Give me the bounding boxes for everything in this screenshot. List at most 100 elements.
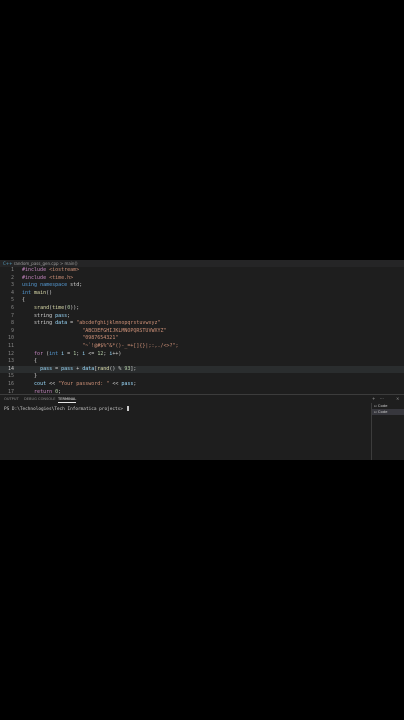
code-line[interactable]: 13 { <box>0 358 404 366</box>
line-number: 7 <box>10 312 14 319</box>
code-text: #include <time.h> <box>22 275 73 283</box>
code-token: #include <box>22 274 50 281</box>
line-number: 6 <box>10 304 14 311</box>
more-actions-icon[interactable]: ··· <box>380 395 384 403</box>
breadcrumb-symbol[interactable]: main() <box>64 261 77 266</box>
code-text: using namespace std; <box>22 282 82 290</box>
code-token: << <box>46 380 59 387</box>
code-line[interactable]: 4 int main() <box>0 290 404 298</box>
code-line[interactable]: 8 string data = "abcdefghijklmnopqrstuvw… <box>0 320 404 328</box>
close-panel-icon[interactable]: × <box>396 395 399 403</box>
terminal-icon: ▫ <box>374 409 377 414</box>
vscode-window: C++ random_pass_gen.cpp > main() 1 #inclu… <box>0 260 404 460</box>
code-token: } <box>22 373 38 380</box>
line-number: 16 <box>7 380 14 387</box>
code-text: { <box>22 358 37 366</box>
code-token: pass <box>61 365 74 372</box>
line-number: 11 <box>7 342 14 349</box>
code-text: } <box>22 373 37 381</box>
code-line[interactable]: 6 srand(time(0)); <box>0 305 404 313</box>
code-text: #include <iostream> <box>22 267 79 275</box>
code-line[interactable]: 16 cout << "Your password: " << pass; <box>0 381 404 389</box>
code-token: "ABCDEFGHIJKLMNOPQRSTUVWXYZ" <box>82 327 167 334</box>
code-line[interactable]: 7 string pass; <box>0 313 404 321</box>
terminal-list: ▫ Code ▫ Code <box>371 403 404 460</box>
code-token: for <box>34 350 47 357</box>
code-token: = <box>52 365 62 372</box>
terminal-list-item[interactable]: ▫ Code <box>372 409 404 415</box>
code-token: data <box>82 365 95 372</box>
code-token: int <box>22 289 35 296</box>
code-token: () <box>46 289 53 296</box>
tab-terminal[interactable]: TERMINAL <box>58 395 77 403</box>
code-token: pass <box>55 312 68 319</box>
code-text: "0987654321" <box>22 335 118 343</box>
code-token: rand <box>97 365 110 372</box>
line-number: 4 <box>10 289 14 296</box>
code-line[interactable]: 11 "~`!@#$%^&*()-_=+[]{}|;:,./<>?"; <box>0 343 404 351</box>
code-token: "0987654321" <box>82 335 119 342</box>
code-token: string <box>34 320 56 327</box>
code-token: ++) <box>112 350 122 357</box>
breadcrumb: C++ random_pass_gen.cpp > main() <box>0 260 404 267</box>
cpp-file-icon: C++ <box>3 261 13 266</box>
code-token: time <box>52 304 65 311</box>
code-token: + <box>73 365 83 372</box>
code-text: "ABCDEFGHIJKLMNOPQRSTUVWXYZ" <box>22 327 167 336</box>
line-number: 10 <box>7 335 14 342</box>
line-number: 12 <box>7 350 14 357</box>
terminal-cursor <box>126 406 129 411</box>
line-number: 1 <box>10 267 14 273</box>
line-number: 9 <box>10 327 14 334</box>
terminal-list-item-label: Code <box>377 403 388 408</box>
code-line[interactable]: 10 "0987654321" <box>0 335 404 343</box>
code-token: #include <box>22 267 50 273</box>
code-text: string data = "abcdefghijklmnopqrstuvwxy… <box>22 320 161 328</box>
code-token: namespace <box>40 282 71 289</box>
code-token: pass <box>40 365 53 372</box>
code-editor[interactable]: 1 #include <iostream> 2 #include <time.h> 3 u… <box>0 267 404 394</box>
code-token: ]; <box>130 365 137 372</box>
code-token: <iostream> <box>49 267 80 273</box>
panel-tab-bar: OUTPUT DEBUG CONSOLE TERMINAL + ··· × <box>0 394 404 403</box>
code-token: "abcdefghijklmnopqrstuvwxyz" <box>76 320 161 327</box>
code-token: data <box>55 320 68 327</box>
code-line[interactable]: 15 } <box>0 373 404 381</box>
breadcrumb-file[interactable]: random_pass_gen.cpp <box>14 261 59 266</box>
code-line[interactable]: 5{ <box>0 297 404 305</box>
code-line[interactable]: 14 pass = pass + data[rand() % 93]; <box>0 365 404 374</box>
line-number: 13 <box>7 358 14 365</box>
code-token: using <box>22 282 41 289</box>
code-line[interactable]: 12 for (int i = 1; i <= 12; i++) <box>0 351 404 359</box>
code-token: int <box>49 350 62 357</box>
code-token: "~`!@#$%^&*()-_=+[]{}|;:,./<>?"; <box>82 342 179 349</box>
terminal[interactable]: PS D:\Technologies\Tech Informatica proj… <box>0 403 370 460</box>
code-line[interactable]: 1 #include <iostream> <box>0 267 404 275</box>
code-line[interactable]: 3 using namespace std; <box>0 282 404 290</box>
add-terminal-icon[interactable]: + <box>372 395 375 403</box>
code-token: () % <box>109 365 125 372</box>
line-number: 5 <box>10 297 14 304</box>
tab-output[interactable]: OUTPUT <box>4 395 19 403</box>
terminal-icon: ▫ <box>374 403 377 408</box>
code-token: ; <box>133 380 137 387</box>
code-token: cout <box>34 380 47 387</box>
code-text: cout << "Your password: " << pass; <box>22 381 136 389</box>
line-number: 3 <box>10 282 14 289</box>
tab-debug-console[interactable]: DEBUG CONSOLE <box>24 395 55 403</box>
code-token: << <box>109 380 122 387</box>
line-number: 14 <box>7 365 14 372</box>
code-text: { <box>22 297 25 305</box>
terminal-list-item-label: Code <box>377 409 388 414</box>
code-line[interactable]: 2 #include <time.h> <box>0 275 404 283</box>
code-token: pass <box>121 380 134 387</box>
code-text: for (int i = 1; i <= 12; i++) <box>22 351 121 359</box>
code-line[interactable]: 9 "ABCDEFGHIJKLMNOPQRSTUVWXYZ" <box>0 328 404 336</box>
code-token: = <box>64 350 74 357</box>
